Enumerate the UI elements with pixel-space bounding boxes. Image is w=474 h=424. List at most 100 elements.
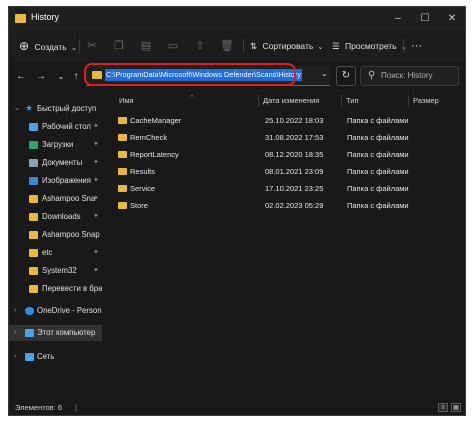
table-row[interactable]: Results 08.01.2021 23:09 Папка с файлами xyxy=(105,163,465,180)
sidebar-item-label: Downloads xyxy=(42,212,81,221)
file-name: Results xyxy=(130,167,156,176)
sidebar-item-label: Перевести в брау xyxy=(42,284,102,293)
details-view-icon[interactable]: ≡ xyxy=(438,403,448,412)
sidebar-item-desktop[interactable]: Рабочий стол ✦ xyxy=(9,119,102,135)
address-highlight-outline xyxy=(84,63,296,86)
sidebar-item-downloads[interactable]: Загрузки ✦ xyxy=(9,137,102,153)
file-date: 08.12.2020 18:35 xyxy=(265,150,324,159)
sidebar-item-label: OneDrive - Personal xyxy=(37,306,102,315)
pin-icon: ✦ xyxy=(93,213,99,220)
column-header-type[interactable]: Тип xyxy=(346,93,359,109)
table-row[interactable]: ReportLatency 08.12.2020 18:35 Папка с ф… xyxy=(105,146,465,163)
sidebar-item-system32[interactable]: System32 ✦ xyxy=(9,263,102,279)
sidebar-item-label: Быстрый доступ xyxy=(37,104,97,113)
chevron-down-icon: ⌄ xyxy=(71,45,77,52)
search-input[interactable] xyxy=(381,71,455,80)
documents-icon xyxy=(29,159,38,167)
sidebar-item-label: Изображения xyxy=(42,176,92,185)
table-row[interactable]: RemCheck 31.08.2022 17:53 Папка с файлам… xyxy=(105,129,465,146)
file-type: Папка с файлами xyxy=(347,150,409,159)
up-arrow-icon[interactable]: ↑ xyxy=(69,69,83,85)
folder-icon xyxy=(29,213,38,221)
chevron-right-icon: › xyxy=(14,353,17,360)
sidebar-item-ashampoo-sna[interactable]: Ashampoo Sna ✦ xyxy=(9,191,102,207)
folder-icon xyxy=(29,249,38,257)
sort-button[interactable]: ⇅ Сортировать ⌄ xyxy=(250,37,324,55)
maximize-button[interactable]: ☐ xyxy=(411,7,439,31)
cut-icon[interactable]: ✂ xyxy=(85,38,99,54)
computer-icon xyxy=(25,329,34,337)
column-header-size[interactable]: Размер xyxy=(413,93,439,109)
toolbar-divider xyxy=(243,39,244,53)
table-row[interactable]: Store 02.02.2023 05:29 Папка с файлами xyxy=(105,197,465,214)
sidebar-item-quick-access[interactable]: ⌄ ★ Быстрый доступ xyxy=(9,101,102,117)
file-date: 02.02.2023 05:29 xyxy=(265,201,324,210)
file-type: Папка с файлами xyxy=(347,201,409,210)
sidebar-item-ashampoo-snap-9[interactable]: Ashampoo Snap 9 xyxy=(9,227,102,243)
sidebar-item-documents[interactable]: Документы ✦ xyxy=(9,155,102,171)
sidebar-item-label: Документы xyxy=(42,158,83,167)
minimize-button[interactable]: – xyxy=(384,7,412,31)
recent-locations-icon[interactable]: ⌄ xyxy=(54,69,68,85)
file-type: Папка с файлами xyxy=(347,116,409,125)
column-divider[interactable] xyxy=(341,95,342,107)
pin-icon: ✦ xyxy=(93,249,99,256)
close-button[interactable]: ✕ xyxy=(438,7,465,31)
folder-icon xyxy=(118,168,127,175)
item-count: Элементов: 6 xyxy=(15,403,63,412)
explorer-window: History – ☐ ✕ ⊕ Создать ⌄ ✂ ❐ ▤ ▭ ⇪ 🗑 ⇅ … xyxy=(8,6,466,416)
folder-icon xyxy=(118,185,127,192)
toolbar-divider xyxy=(403,39,404,53)
column-divider[interactable] xyxy=(408,95,409,107)
sidebar-item-label: System32 xyxy=(42,266,77,275)
network-icon xyxy=(25,353,34,361)
column-header-date[interactable]: Дата изменения xyxy=(263,93,319,109)
pin-icon: ✦ xyxy=(93,159,99,166)
sidebar-item-pictures[interactable]: Изображения ✦ xyxy=(9,173,102,189)
download-icon xyxy=(29,141,38,149)
share-icon[interactable]: ⇪ xyxy=(193,38,207,54)
pin-icon: ✦ xyxy=(93,177,99,184)
new-button[interactable]: ⊕ Создать ⌄ xyxy=(19,37,77,55)
delete-icon[interactable]: 🗑 xyxy=(220,38,234,54)
folder-icon xyxy=(29,267,38,275)
sidebar-item-onedrive[interactable]: › OneDrive - Personal xyxy=(9,303,102,319)
copy-icon[interactable]: ❐ xyxy=(112,38,126,54)
file-name: ReportLatency xyxy=(130,150,179,159)
table-row[interactable]: CacheManager 25.10.2022 18:03 Папка с фа… xyxy=(105,112,465,129)
forward-arrow-icon[interactable]: → xyxy=(34,69,48,85)
column-header-name[interactable]: Имя xyxy=(119,93,134,109)
star-icon: ★ xyxy=(25,103,34,113)
search-box[interactable]: ⚲ xyxy=(360,66,459,86)
view-label: Просмотреть xyxy=(345,41,397,51)
pin-icon: ✦ xyxy=(93,195,99,202)
chevron-down-icon[interactable]: ⌄ xyxy=(321,69,328,78)
paste-icon[interactable]: ▤ xyxy=(139,38,153,54)
table-row[interactable]: Service 17.10.2021 23:25 Папка с файлами xyxy=(105,180,465,197)
file-type: Папка с файлами xyxy=(347,184,409,193)
command-bar: ⊕ Создать ⌄ ✂ ❐ ▤ ▭ ⇪ 🗑 ⇅ Сортировать ⌄ … xyxy=(9,31,465,62)
file-name: Store xyxy=(130,201,148,210)
cloud-icon xyxy=(25,307,34,315)
rename-icon[interactable]: ▭ xyxy=(166,38,180,54)
sidebar-item-network[interactable]: › Сеть xyxy=(9,349,102,365)
view-button[interactable]: ☰ Просмотреть ⌄ xyxy=(332,37,407,55)
folder-icon xyxy=(29,195,38,203)
refresh-icon[interactable]: ↻ xyxy=(336,66,356,86)
sidebar-item-translate[interactable]: Перевести в брау xyxy=(9,281,102,297)
file-name: Service xyxy=(130,184,156,193)
sidebar-item-label: Ashampoo Sna xyxy=(42,194,96,203)
sidebar-item-label: Сеть xyxy=(37,352,55,361)
back-arrow-icon[interactable]: ← xyxy=(14,69,28,85)
column-divider[interactable] xyxy=(258,95,259,107)
tiles-view-icon[interactable]: ▦ xyxy=(451,403,461,412)
sidebar-item-etc[interactable]: etc ✦ xyxy=(9,245,102,261)
search-icon: ⚲ xyxy=(368,70,376,81)
sort-icon: ⇅ xyxy=(250,41,258,51)
more-options-icon[interactable]: ··· xyxy=(411,37,422,55)
sidebar-item-downloads-folder[interactable]: Downloads ✦ xyxy=(9,209,102,225)
sidebar-item-label: Этот компьютер xyxy=(37,328,96,337)
sidebar-item-this-pc[interactable]: › Этот компьютер xyxy=(9,325,102,341)
navigation-pane: ⌄ ★ Быстрый доступ Рабочий стол ✦ Загруз… xyxy=(9,93,102,401)
pin-icon: ✦ xyxy=(93,123,99,130)
